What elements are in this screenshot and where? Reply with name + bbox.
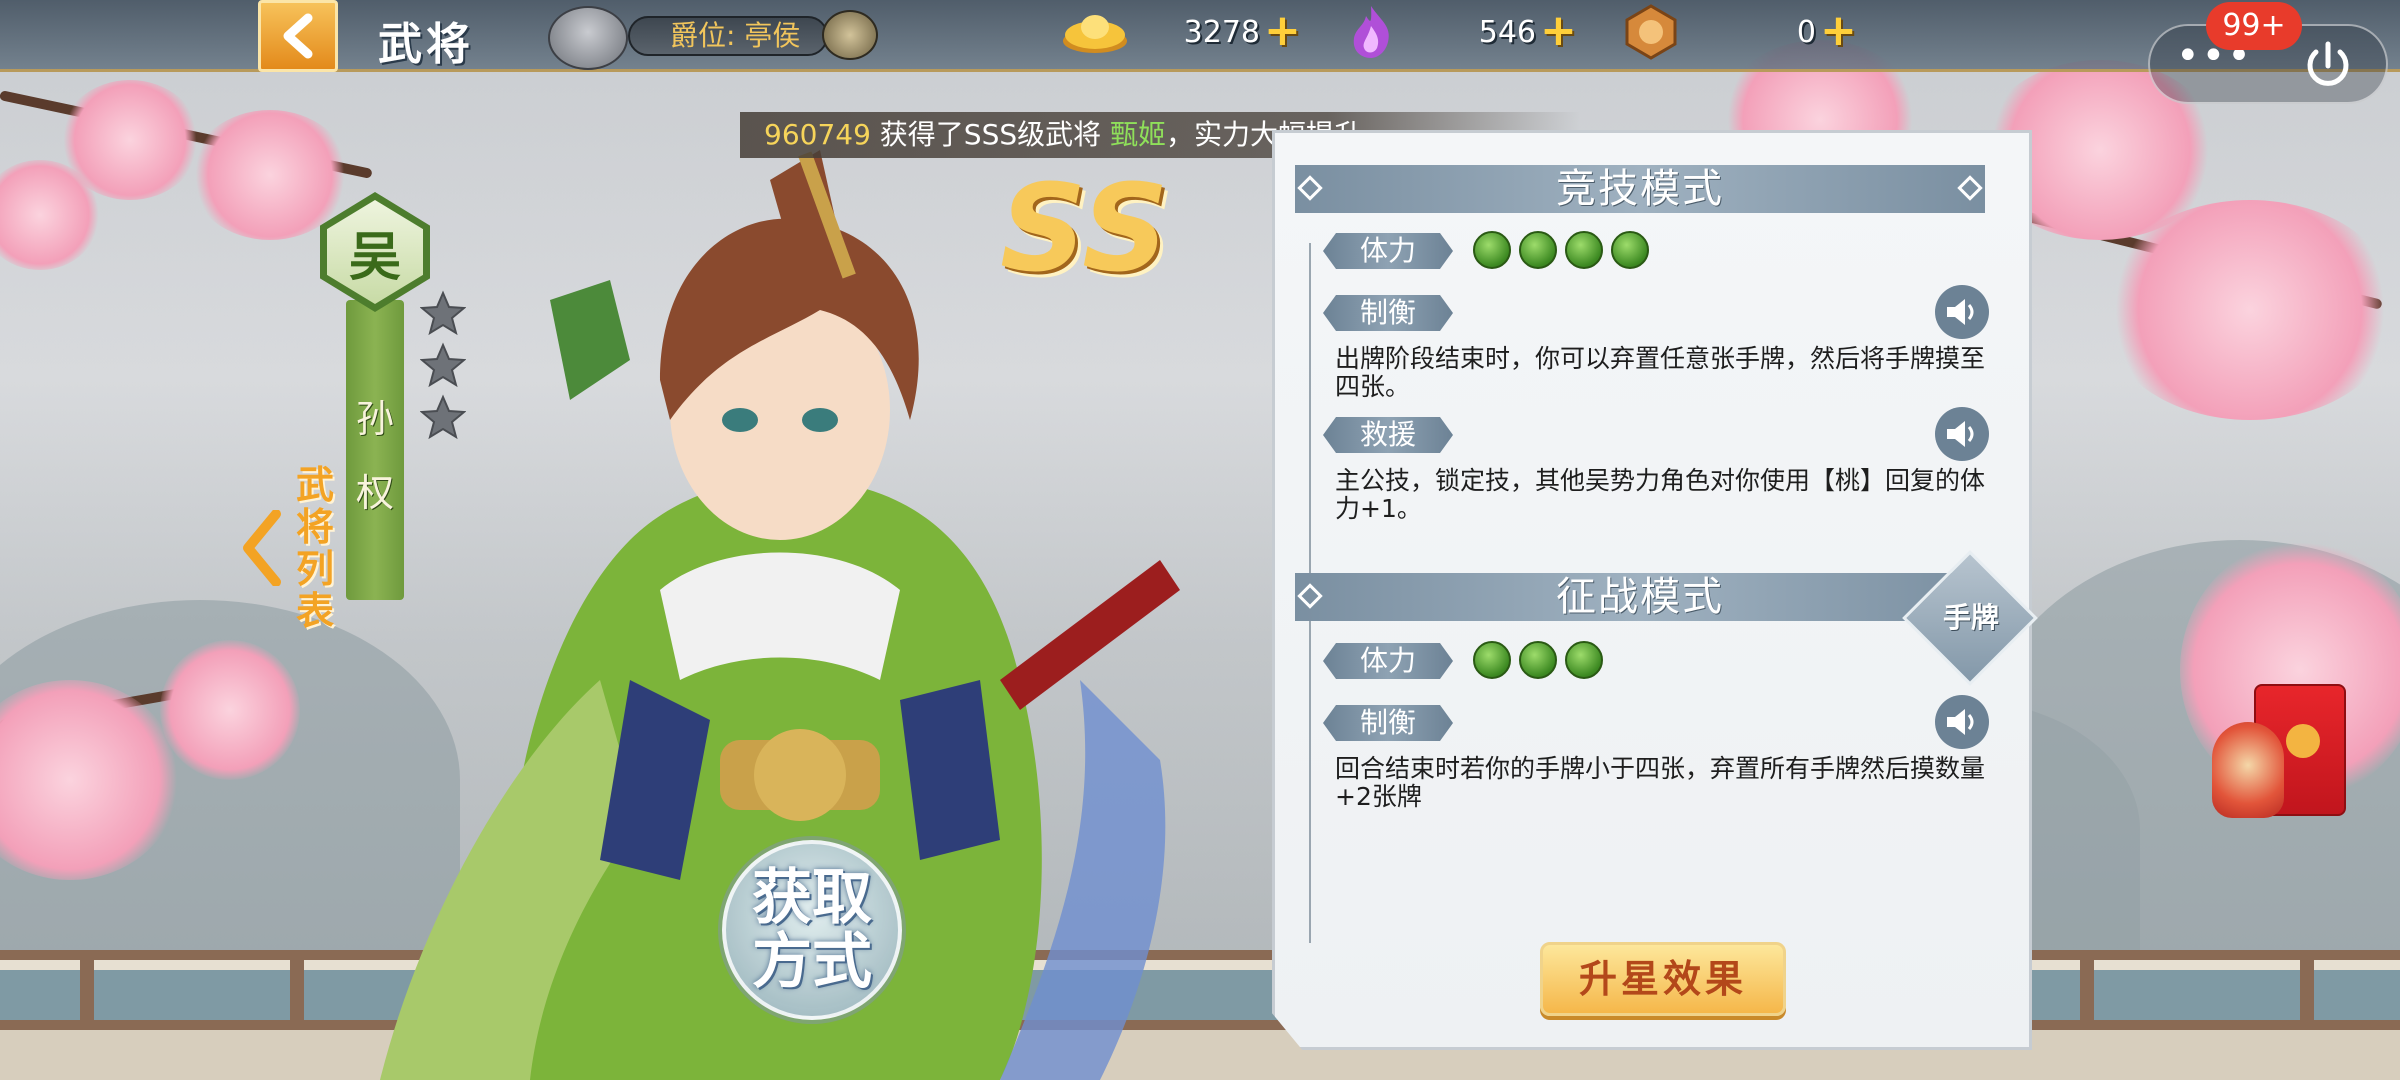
arena-mode-header: 竞技模式	[1295, 165, 1985, 213]
top-bar: 武将 爵位: 亭侯 3278 + 546 + 0 +	[0, 0, 2400, 72]
hp-orb-icon	[1565, 641, 1603, 679]
currency-flame: 546 +	[1336, 4, 1577, 60]
add-flame-button[interactable]: +	[1540, 9, 1577, 53]
skill-panel: 竞技模式 体力 制衡 出牌阶段结束时，你可以弃置任意张手牌，然后将手牌摸至四张。…	[1272, 130, 2032, 1050]
skill-name: 救援	[1323, 417, 1453, 453]
skill-description: 出牌阶段结束时，你可以弃置任意张手牌，然后将手牌摸至四张。	[1335, 344, 1986, 401]
token-amount: 0	[1796, 14, 1816, 50]
gold-amount: 3278	[1183, 14, 1260, 50]
gold-ingot-icon	[1060, 4, 1130, 60]
rarity-badge: SS	[1000, 160, 1169, 299]
acquire-method-line: 获取	[752, 863, 872, 933]
campaign-mode-header: 征战模式	[1295, 573, 1985, 621]
campaign-hp-orbs	[1473, 641, 1603, 679]
skill-description: 主公技，锁定技，其他吴势力角色对你使用【桃】回复的体力+1。	[1335, 466, 1986, 523]
skill-description: 回合结束时若你的手牌小于四张，弃置所有手牌然后摸数量+2张牌	[1335, 754, 1986, 811]
star-upgrade-button[interactable]: 升星效果	[1540, 942, 1786, 1016]
chevron-left-icon	[283, 13, 313, 59]
broadcast-text: 获得了SSS级武将	[870, 118, 1111, 151]
add-token-button[interactable]: +	[1820, 9, 1857, 53]
hero-name-char: 权	[356, 471, 395, 515]
power-icon[interactable]	[2298, 36, 2358, 96]
page-title: 武将	[378, 19, 474, 70]
hp-orb-icon	[1519, 641, 1557, 679]
hero-list-tab[interactable]: 武 将 列 表	[240, 450, 350, 640]
skill-name: 制衡	[1323, 295, 1453, 331]
hp-orb-icon	[1473, 641, 1511, 679]
skill-voice-button[interactable]	[1935, 407, 1989, 461]
skill-name: 制衡	[1323, 705, 1453, 741]
star-icon	[420, 290, 466, 336]
star-icon	[420, 394, 466, 440]
currency-gold: 3278 +	[1060, 4, 1301, 60]
acquire-method-line: 方式	[752, 927, 872, 997]
hp-orb-icon	[1473, 231, 1511, 269]
rank-display[interactable]: 爵位: 亭侯	[548, 6, 878, 70]
faction-label: 吴	[327, 200, 423, 304]
token-coin-icon	[1616, 4, 1686, 60]
rank-emblem-icon	[822, 10, 878, 60]
hp-label: 体力	[1323, 233, 1453, 269]
hero-name-char: 孙	[356, 397, 395, 441]
rank-label: 爵位: 亭侯	[628, 16, 828, 56]
campaign-mode-title: 征战模式	[1556, 574, 1724, 620]
star-icon	[420, 342, 466, 388]
speaker-icon	[1947, 709, 1974, 735]
hp-orb-icon	[1611, 231, 1649, 269]
arena-mode-title: 竞技模式	[1556, 166, 1724, 212]
skill-voice-button[interactable]	[1935, 285, 1989, 339]
back-button[interactable]	[258, 0, 338, 72]
more-button[interactable]: •••	[2176, 36, 2256, 78]
hp-orb-icon	[1519, 231, 1557, 269]
lion-dance-icon	[2212, 722, 2284, 818]
hand-card-label: 手牌	[1942, 601, 1999, 634]
add-gold-button[interactable]: +	[1264, 9, 1301, 53]
broadcast-hero-name: 甄姬	[1110, 118, 1167, 151]
hp-label: 体力	[1323, 643, 1453, 679]
flame-amount: 546	[1478, 14, 1536, 50]
hero-name-ribbon	[346, 300, 404, 600]
hero-list-char: 表	[296, 589, 335, 633]
broadcast-player-id: 960749	[764, 118, 871, 151]
speaker-icon	[1947, 421, 1974, 447]
speaker-icon	[1947, 299, 1974, 325]
chevron-left-icon	[243, 510, 281, 586]
hp-orb-icon	[1565, 231, 1603, 269]
skill-voice-button[interactable]	[1935, 695, 1989, 749]
purple-flame-icon	[1336, 4, 1406, 60]
acquire-method-button[interactable]: 获取 方式	[722, 840, 902, 1020]
notification-badge: 99+	[2206, 2, 2302, 50]
arena-hp-orbs	[1473, 231, 1649, 269]
ram-avatar-icon	[548, 6, 628, 70]
currency-token: 0 +	[1616, 4, 1857, 60]
